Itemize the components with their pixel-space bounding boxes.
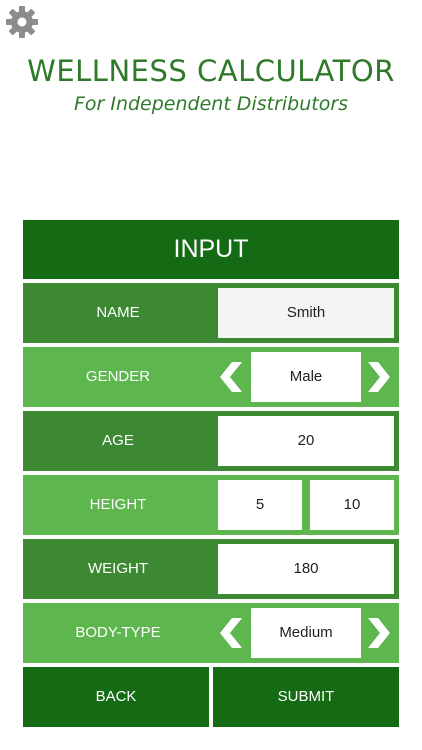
body-type-next-button[interactable] <box>366 616 394 650</box>
name-row: NAME Smith <box>23 283 399 343</box>
gender-prev-button[interactable] <box>216 360 244 394</box>
input-form: INPUT NAME Smith GENDER Male AGE 20 HEIG… <box>23 220 399 727</box>
weight-field[interactable]: 180 <box>218 544 394 594</box>
gear-icon <box>6 6 38 38</box>
height-row: HEIGHT 5 10 <box>23 475 399 535</box>
app-screen: WELLNESS CALCULATOR For Independent Dist… <box>0 0 422 750</box>
settings-button[interactable] <box>4 4 40 40</box>
height-label: HEIGHT <box>89 496 147 513</box>
app-subtitle: For Independent Distributors <box>73 93 349 115</box>
chevron-left-icon <box>220 618 242 648</box>
back-button[interactable]: BACK <box>23 667 209 727</box>
gender-next-button[interactable] <box>366 360 394 394</box>
chevron-right-icon <box>368 618 390 648</box>
name-label: NAME <box>96 304 140 321</box>
app-title: WELLNESS CALCULATOR <box>27 54 395 88</box>
body-type-row: BODY-TYPE Medium <box>23 603 399 663</box>
name-field[interactable]: Smith <box>218 288 394 338</box>
body-type-value[interactable]: Medium <box>251 608 361 658</box>
height-inches-field[interactable]: 10 <box>310 480 394 530</box>
weight-label: WEIGHT <box>88 560 148 577</box>
form-header: INPUT <box>23 220 399 279</box>
age-field[interactable]: 20 <box>218 416 394 466</box>
action-buttons: BACK SUBMIT <box>23 667 399 727</box>
height-feet-field[interactable]: 5 <box>218 480 302 530</box>
gender-row: GENDER Male <box>23 347 399 407</box>
body-type-prev-button[interactable] <box>216 616 244 650</box>
gender-label: GENDER <box>85 368 151 385</box>
age-row: AGE 20 <box>23 411 399 471</box>
submit-button[interactable]: SUBMIT <box>213 667 399 727</box>
chevron-left-icon <box>220 362 242 392</box>
age-label: AGE <box>102 432 134 449</box>
chevron-right-icon <box>368 362 390 392</box>
body-type-label: BODY-TYPE <box>75 624 161 641</box>
gender-value[interactable]: Male <box>251 352 361 402</box>
weight-row: WEIGHT 180 <box>23 539 399 599</box>
